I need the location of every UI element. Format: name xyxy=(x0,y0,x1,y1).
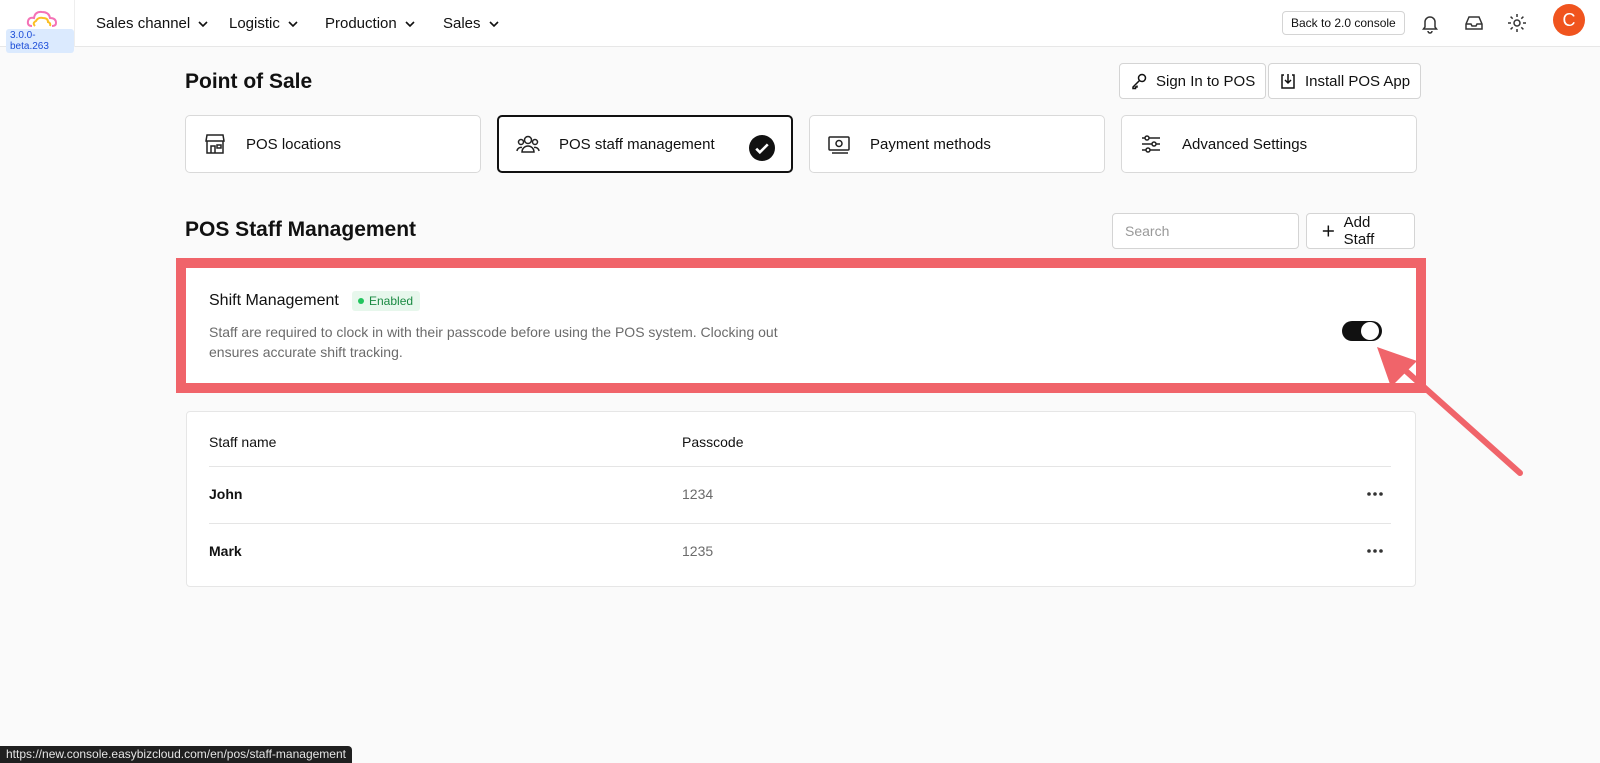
key-icon xyxy=(1132,73,1147,90)
nav-sales[interactable]: Sales xyxy=(443,15,501,32)
search-input[interactable] xyxy=(1112,213,1299,249)
tab-pos-staff-management[interactable]: POS staff management xyxy=(497,115,793,173)
section-title: POS Staff Management xyxy=(185,218,417,241)
badge-label: Enabled xyxy=(369,294,414,308)
nav-label: Sales channel xyxy=(96,15,191,32)
cash-icon xyxy=(828,136,850,154)
top-navbar: 3.0.0-beta.263 Sales channel Logistic Pr… xyxy=(0,0,1600,53)
nav-production[interactable]: Production xyxy=(325,15,417,32)
passcode-cell: 1234 xyxy=(682,486,714,502)
toggle-knob xyxy=(1361,322,1379,340)
chevron-down-icon xyxy=(198,20,208,27)
store-icon xyxy=(205,134,225,154)
sign-in-label: Sign In to POS xyxy=(1156,72,1256,90)
divider xyxy=(209,466,1391,467)
divider xyxy=(209,523,1391,524)
check-circle-icon xyxy=(749,135,775,161)
nav-sales-channel[interactable]: Sales channel xyxy=(96,15,210,32)
column-header-passcode: Passcode xyxy=(682,434,744,450)
tab-label: Advanced Settings xyxy=(1182,135,1308,153)
staff-name-cell: John xyxy=(209,486,243,502)
tab-label: POS staff management xyxy=(559,135,715,153)
more-icon[interactable] xyxy=(1366,491,1384,497)
nav-label: Sales xyxy=(443,15,481,32)
install-label: Install POS App xyxy=(1305,72,1411,90)
add-staff-button[interactable]: Add Staff xyxy=(1306,213,1415,249)
staff-name-cell: Mark xyxy=(209,543,242,559)
chevron-down-icon xyxy=(405,20,415,27)
chevron-down-icon xyxy=(488,20,499,27)
staff-table xyxy=(186,411,1416,587)
link-preview-statusbar: https://new.console.easybizcloud.com/en/… xyxy=(0,746,352,763)
passcode-cell: 1235 xyxy=(682,543,714,559)
version-badge: 3.0.0-beta.263 xyxy=(6,29,74,53)
sign-in-pos-button[interactable]: Sign In to POS xyxy=(1119,63,1267,99)
cloud-logo-icon xyxy=(26,10,58,27)
users-icon xyxy=(516,135,540,153)
nav-logistic[interactable]: Logistic xyxy=(229,15,300,32)
shift-title: Shift Management xyxy=(209,292,339,309)
bell-icon[interactable] xyxy=(1419,12,1441,34)
tab-pos-locations[interactable]: POS locations xyxy=(185,115,481,173)
tab-advanced-settings[interactable]: Advanced Settings xyxy=(1121,115,1417,173)
column-header-staff-name: Staff name xyxy=(209,434,277,450)
nav-label: Production xyxy=(325,15,397,32)
shift-description: Staff are required to clock in with thei… xyxy=(209,324,778,360)
tab-label: Payment methods xyxy=(870,135,991,153)
plus-icon xyxy=(1322,225,1334,237)
back-to-console-button[interactable]: Back to 2.0 console xyxy=(1282,11,1405,35)
status-dot xyxy=(358,298,364,304)
app-logo[interactable]: 3.0.0-beta.263 xyxy=(0,0,75,53)
chevron-down-icon xyxy=(288,20,298,27)
install-pos-button[interactable]: Install POS App xyxy=(1268,63,1422,99)
status-badge: Enabled xyxy=(352,291,421,311)
inbox-icon[interactable] xyxy=(1463,12,1485,34)
add-staff-label: Add Staff xyxy=(1343,214,1375,248)
user-avatar[interactable]: C xyxy=(1553,4,1585,36)
tab-payment-methods[interactable]: Payment methods xyxy=(809,115,1105,173)
tab-label: POS locations xyxy=(246,135,342,153)
download-icon xyxy=(1281,74,1295,89)
page-title: Point of Sale xyxy=(185,70,313,93)
nav-label: Logistic xyxy=(229,15,280,32)
more-icon[interactable] xyxy=(1366,548,1384,554)
gear-icon[interactable] xyxy=(1506,12,1528,34)
sliders-icon xyxy=(1142,135,1160,153)
